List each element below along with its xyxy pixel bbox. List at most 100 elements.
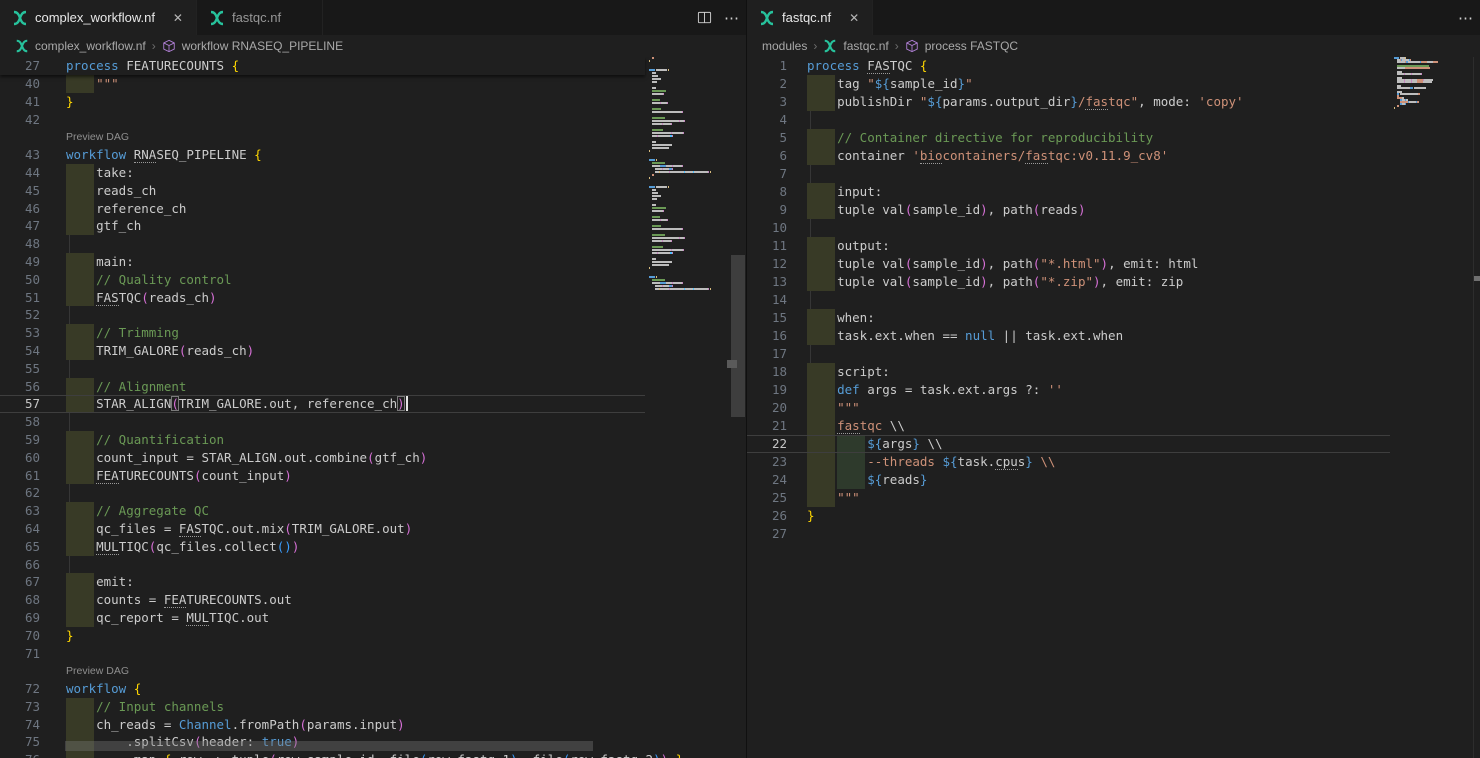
breadcrumb-folder[interactable]: modules	[762, 39, 807, 53]
code-line[interactable]: 43workflow RNASEQ_PIPELINE {	[0, 146, 645, 164]
code-line[interactable]: 64 qc_files = FASTQC.out.mix(TRIM_GALORE…	[0, 520, 645, 538]
code-line[interactable]: 72workflow {	[0, 680, 645, 698]
minimap-line	[660, 171, 669, 173]
code-line[interactable]: 9 tuple val(sample_id), path(reads)	[747, 201, 1390, 219]
code-line[interactable]: 4	[747, 111, 1390, 129]
code-line[interactable]: 11 output:	[747, 237, 1390, 255]
code-line[interactable]: 53 // Trimming	[0, 324, 645, 342]
breadcrumb-file[interactable]: fastqc.nf	[843, 39, 888, 53]
minimap[interactable]	[645, 57, 731, 758]
minimap-line	[652, 108, 661, 110]
code-line[interactable]: 61 FEATURECOUNTS(count_input)	[0, 467, 645, 485]
minimap-line	[652, 195, 661, 197]
code-line[interactable]: 62	[0, 484, 645, 502]
code-line[interactable]: 19 def args = task.ext.args ?: ''	[747, 381, 1390, 399]
code-line[interactable]: 17	[747, 345, 1390, 363]
breadcrumb-file[interactable]: complex_workflow.nf	[35, 39, 146, 53]
horizontal-scrollbar[interactable]	[65, 741, 593, 751]
code-line[interactable]: 60 count_input = STAR_ALIGN.out.combine(…	[0, 449, 645, 467]
code-line[interactable]: 40 """	[0, 75, 645, 93]
code-line[interactable]: 25 """	[747, 489, 1390, 507]
breadcrumb-symbol[interactable]: process FASTQC	[925, 39, 1018, 53]
code-line[interactable]: 52	[0, 306, 645, 324]
code-line[interactable]: 24 ${reads}	[747, 471, 1390, 489]
minimap-line	[652, 249, 660, 251]
code-editor-right[interactable]: 1process FASTQC {2 tag "${sample_id}"3 p…	[747, 57, 1480, 758]
more-actions-icon[interactable]: ⋯	[718, 0, 746, 35]
code-line[interactable]: 13 tuple val(sample_id), path("*.zip"), …	[747, 273, 1390, 291]
code-line[interactable]: 76 .map { row -> tuple(row.sample_id, fi…	[0, 751, 645, 758]
code-line[interactable]: 2 tag "${sample_id}"	[747, 75, 1390, 93]
code-editor-left[interactable]: 40 """41}42 Preview DAG 43workflow RNASEQ_…	[0, 57, 746, 758]
code-line[interactable]: 15 when:	[747, 309, 1390, 327]
code-line[interactable]: 74 ch_reads = Channel.fromPath(params.in…	[0, 716, 645, 734]
code-line[interactable]: 73 // Input channels	[0, 698, 645, 716]
codelens-label[interactable]: Preview DAG	[66, 665, 129, 677]
code-line[interactable]: 12 tuple val(sample_id), path("*.html"),…	[747, 255, 1390, 273]
sticky-scroll-line[interactable]: 27process FEATURECOUNTS {	[0, 57, 645, 75]
code-line[interactable]: 41}	[0, 93, 645, 111]
code-line[interactable]: 7	[747, 165, 1390, 183]
code-line[interactable]: 68 counts = FEATURECOUNTS.out	[0, 591, 645, 609]
code-line[interactable]: 58	[0, 413, 645, 431]
code-line[interactable]: 69 qc_report = MULTIQC.out	[0, 609, 645, 627]
code-line[interactable]: 44 take:	[0, 164, 645, 182]
more-actions-icon[interactable]: ⋯	[1452, 0, 1480, 35]
code-line[interactable]: 54 TRIM_GALORE(reads_ch)	[0, 342, 645, 360]
code-line[interactable]: 70}	[0, 627, 645, 645]
code-line[interactable]: 21 fastqc \\	[747, 417, 1390, 435]
minimap-line	[652, 207, 666, 209]
code-line[interactable]: 63 // Aggregate QC	[0, 502, 645, 520]
code-line[interactable]: 42	[0, 111, 645, 129]
code-line[interactable]: 1process FASTQC {	[747, 57, 1390, 75]
code-line[interactable]: 51 FASTQC(reads_ch)	[0, 289, 645, 307]
close-icon[interactable]: ✕	[846, 11, 862, 25]
breadcrumb-symbol[interactable]: workflow RNASEQ_PIPELINE	[182, 39, 343, 53]
code-line[interactable]: 26}	[747, 507, 1390, 525]
minimap-line	[682, 165, 683, 167]
code-line[interactable]: 59 // Quantification	[0, 431, 645, 449]
code-line[interactable]: 10	[747, 219, 1390, 237]
code-line[interactable]: 3 publishDir "${params.output_dir}/fastq…	[747, 93, 1390, 111]
minimap[interactable]	[1390, 57, 1452, 758]
code-line[interactable]: 49 main:	[0, 253, 645, 271]
tab-fastqc-right[interactable]: fastqc.nf ✕	[747, 0, 873, 35]
line-number: 64	[0, 520, 40, 538]
code-line[interactable]: 14	[747, 291, 1390, 309]
close-icon[interactable]: ✕	[170, 11, 186, 25]
codelens[interactable]: Preview DAG	[0, 128, 645, 146]
tab-fastqc-left[interactable]: fastqc.nf ✕	[197, 0, 323, 35]
code-line[interactable]: 8 input:	[747, 183, 1390, 201]
code-line[interactable]: 45 reads_ch	[0, 182, 645, 200]
code-line[interactable]: 66	[0, 556, 645, 574]
code-line[interactable]: 48	[0, 235, 645, 253]
line-number: 23	[747, 453, 787, 471]
code-line[interactable]: 18 script:	[747, 363, 1390, 381]
code-line[interactable]: 55	[0, 360, 645, 378]
code-line[interactable]: 65 MULTIQC(qc_files.collect())	[0, 538, 645, 556]
code-line[interactable]: 22 ${args} \\	[747, 435, 1390, 453]
scrollbar-drag-handle[interactable]	[727, 360, 737, 368]
code-line[interactable]: 46 reference_ch	[0, 200, 645, 218]
split-editor-icon[interactable]	[690, 0, 718, 35]
tab-complex-workflow[interactable]: complex_workflow.nf ✕	[0, 0, 197, 35]
code-line[interactable]: 23 --threads ${task.cpus} \\	[747, 453, 1390, 471]
code-line[interactable]: 67 emit:	[0, 573, 645, 591]
code-line[interactable]: 71	[0, 645, 645, 663]
code-line[interactable]: 27	[747, 525, 1390, 543]
code-line[interactable]: 57 STAR_ALIGN(TRIM_GALORE.out, reference…	[0, 395, 645, 413]
minimap-line	[652, 78, 661, 80]
code-line[interactable]: 56 // Alignment	[0, 378, 645, 396]
code-line[interactable]: 20 """	[747, 399, 1390, 417]
code-line[interactable]: 5 // Container directive for reproducibi…	[747, 129, 1390, 147]
code-line[interactable]: 6 container 'biocontainers/fastqc:v0.11.…	[747, 147, 1390, 165]
code-line[interactable]: 47 gtf_ch	[0, 217, 645, 235]
code-line[interactable]: 16 task.ext.when == null || task.ext.whe…	[747, 327, 1390, 345]
vertical-scrollbar[interactable]	[731, 255, 745, 417]
codelens[interactable]: Preview DAG	[0, 662, 645, 680]
nextflow-file-icon	[823, 39, 837, 53]
line-number: 71	[0, 645, 40, 663]
code-line[interactable]: 50 // Quality control	[0, 271, 645, 289]
codelens-label[interactable]: Preview DAG	[66, 131, 129, 143]
line-number: 21	[747, 417, 787, 435]
